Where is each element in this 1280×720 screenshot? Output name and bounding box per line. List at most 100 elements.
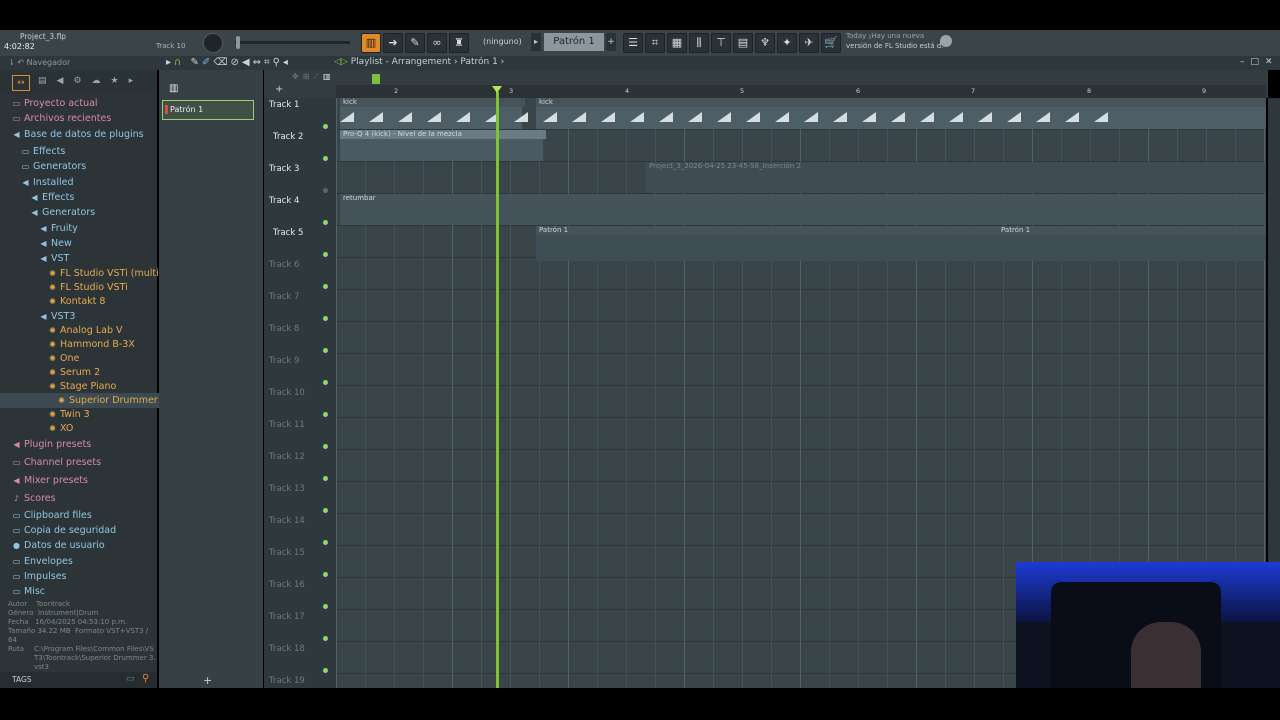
track-name[interactable]: Track 11	[269, 420, 305, 430]
tags-label[interactable]: TAGS	[12, 675, 32, 684]
playlist-arrow-icon[interactable]: ◁▷	[334, 57, 348, 67]
stamp-icon[interactable]: ♜	[449, 33, 469, 53]
browser-item[interactable]: ✺ Kontakt 8	[0, 294, 105, 309]
glue-icon[interactable]: ⊞	[303, 72, 314, 81]
close-icon[interactable]: ✕	[1265, 57, 1279, 67]
track-name[interactable]: Track 2	[273, 132, 303, 142]
browser-item[interactable]: ▭ Archivos recientes	[0, 111, 112, 126]
browser-item[interactable]: ● Datos de usuario	[0, 538, 105, 553]
track-mute-led[interactable]	[323, 188, 328, 193]
track-name[interactable]: Track 4	[269, 196, 299, 206]
track-mute-led[interactable]	[323, 508, 328, 513]
track-name[interactable]: Track 9	[269, 356, 299, 366]
browser-item[interactable]: ▭ Impulses	[0, 569, 67, 584]
news-line-1[interactable]: Today ¡Hay una nueva	[846, 32, 924, 40]
kick-clip-header[interactable]: kick	[536, 98, 1266, 107]
piano-small-icon[interactable]: ▥	[323, 72, 335, 81]
add-pattern-icon[interactable]: +	[203, 674, 212, 687]
snap-icon[interactable]: ▥	[361, 33, 381, 53]
mute-icon[interactable]: ⊘	[230, 57, 241, 68]
track-mute-led[interactable]	[323, 156, 328, 161]
gear-icon[interactable]: ⚙	[73, 76, 91, 86]
left-icon[interactable]: ◀	[57, 76, 74, 86]
play-icon[interactable]: ▸	[166, 57, 174, 68]
automation-clip-body[interactable]	[340, 139, 543, 161]
pattern-selector[interactable]: Patrón 1	[544, 33, 604, 51]
track-mute-led[interactable]	[323, 380, 328, 385]
browser-item[interactable]: ▭ Channel presets	[0, 455, 101, 470]
cloud-icon[interactable]: ☁	[92, 76, 111, 86]
pattern-clip-header[interactable]: Patrón 1	[536, 226, 1001, 235]
speaker-icon[interactable]: ◂	[283, 57, 291, 68]
browser-item[interactable]: ▭ Proyecto actual	[0, 96, 98, 111]
browser-item[interactable]: ▭ Copia de seguridad	[0, 523, 116, 538]
playlist-breadcrumb[interactable]: Patrón 1	[460, 57, 497, 67]
browser-item[interactable]: ✺ Stage Piano	[0, 379, 116, 394]
browser-item[interactable]: ◀ Base de datos de plugins	[0, 127, 143, 142]
picker-pattern-item[interactable]: Patrón 1	[162, 100, 254, 120]
tree-icon[interactable]: ⊤	[711, 33, 731, 53]
track-name[interactable]: Track 10	[269, 388, 305, 398]
hand-icon[interactable]: ✥	[292, 72, 303, 81]
track-mute-led[interactable]	[323, 540, 328, 545]
arrow-icon[interactable]: ➜	[383, 33, 403, 53]
piano-icon[interactable]: ▥	[169, 83, 178, 94]
pattern-add-button[interactable]: +	[606, 33, 616, 51]
draw-icon[interactable]: ✎	[191, 57, 202, 68]
playhead[interactable]	[496, 92, 499, 688]
track-name[interactable]: Track 16	[269, 580, 305, 590]
slip-icon[interactable]: ◀	[242, 57, 253, 68]
browser-item[interactable]: ✺ One	[0, 351, 79, 366]
audio-clip-body[interactable]	[646, 171, 1266, 193]
track-name[interactable]: Track 5	[273, 228, 303, 238]
pin-icon[interactable]: ⇂	[8, 58, 15, 67]
browser-item[interactable]: ✺ Analog Lab V	[0, 323, 122, 338]
master-pitch-slider[interactable]	[235, 41, 350, 44]
track-mute-led[interactable]	[323, 636, 328, 641]
browser-item[interactable]: ▭ Generators	[0, 159, 86, 174]
plug-icon[interactable]: ♆	[755, 33, 775, 53]
select-icon[interactable]: ⌗	[264, 57, 273, 68]
track-mute-led[interactable]	[323, 668, 328, 673]
add-track-icon[interactable]: +	[275, 84, 283, 95]
bird-icon[interactable]: ✈	[799, 33, 819, 53]
track-name[interactable]: Track 3	[269, 164, 299, 174]
link-icon[interactable]: ∞	[427, 33, 447, 53]
track-name[interactable]: Track 7	[269, 292, 299, 302]
file-icon[interactable]: ▤	[733, 33, 753, 53]
browser-item[interactable]: ✺ XO	[0, 421, 73, 436]
browser-item[interactable]: ▭ Clipboard files	[0, 508, 92, 523]
browser-item[interactable]: ◀ Fruity	[0, 221, 77, 236]
paint-icon[interactable]: ✐	[202, 57, 213, 68]
star-icon[interactable]: ★	[111, 76, 129, 86]
pattern-clip-header[interactable]: Patrón 1	[998, 226, 1266, 235]
playhead-marker-icon[interactable]	[492, 86, 502, 93]
channel-rack-icon[interactable]: ▦	[667, 33, 687, 53]
browser-item[interactable]: ▭ Misc	[0, 584, 45, 599]
automation-clip-header[interactable]: Pro-Q 4 (kick) - Nivel de la mezcla	[340, 130, 546, 139]
track-mute-led[interactable]	[323, 220, 328, 225]
browser-item[interactable]: ▭ Envelopes	[0, 554, 73, 569]
master-volume-knob[interactable]	[203, 33, 223, 53]
track-name[interactable]: Track 17	[269, 612, 305, 622]
browser-item[interactable]: ✺ Serum 2	[0, 365, 100, 380]
cart-icon[interactable]: 🛒	[821, 33, 841, 53]
track-name[interactable]: Track 12	[269, 452, 305, 462]
track-mute-led[interactable]	[323, 476, 328, 481]
magnet-icon[interactable]: ∩	[174, 57, 184, 68]
track-mute-led[interactable]	[323, 252, 328, 257]
track-name[interactable]: Track 8	[269, 324, 299, 334]
globe-icon[interactable]	[940, 35, 952, 47]
slide-icon[interactable]: ⟋	[313, 72, 323, 81]
browser-mode-icon[interactable]: ↔	[12, 75, 30, 91]
browser-item[interactable]: ◀ Generators	[0, 205, 95, 220]
track-name[interactable]: Track 15	[269, 548, 305, 558]
overview-handle[interactable]	[372, 74, 380, 84]
track-mute-led[interactable]	[323, 572, 328, 577]
track-mute-led[interactable]	[323, 604, 328, 609]
pattern-clip-body[interactable]	[998, 235, 1266, 261]
track-name[interactable]: Track 13	[269, 484, 305, 494]
track-name[interactable]: Track 6	[269, 260, 299, 270]
playlist-icon[interactable]: ☰	[623, 33, 643, 53]
browser-item[interactable]: ◀ Installed	[0, 175, 73, 190]
